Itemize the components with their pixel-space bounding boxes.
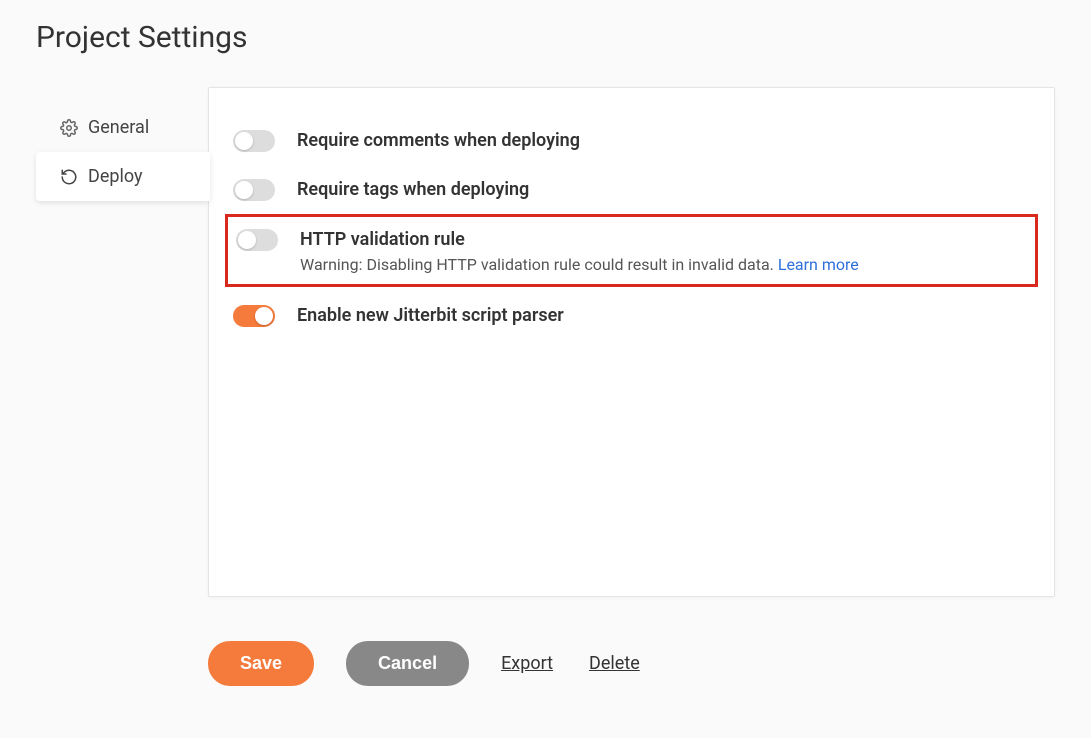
- setting-require-tags: Require tags when deploying: [233, 165, 1030, 214]
- setting-label-require-tags: Require tags when deploying: [297, 177, 1030, 202]
- toggle-require-tags[interactable]: [233, 179, 275, 201]
- toggle-knob: [235, 132, 253, 150]
- toggle-script-parser[interactable]: [233, 305, 275, 327]
- toggle-require-comments[interactable]: [233, 130, 275, 152]
- refresh-icon: [60, 168, 78, 186]
- toggle-http-validation[interactable]: [236, 229, 278, 251]
- tab-general[interactable]: General: [36, 103, 208, 152]
- setting-text: HTTP validation rule Warning: Disabling …: [300, 227, 1027, 273]
- export-link[interactable]: Export: [501, 653, 553, 674]
- learn-more-link[interactable]: Learn more: [778, 255, 859, 274]
- toggle-knob: [255, 307, 273, 325]
- setting-label-script-parser: Enable new Jitterbit script parser: [297, 303, 1030, 328]
- toggle-knob: [238, 231, 256, 249]
- cancel-button[interactable]: Cancel: [346, 641, 469, 686]
- delete-link[interactable]: Delete: [589, 653, 640, 674]
- setting-desc-text: Warning: Disabling HTTP validation rule …: [300, 255, 778, 274]
- tab-deploy[interactable]: Deploy: [36, 152, 210, 201]
- page-title: Project Settings: [36, 20, 1055, 55]
- setting-label-require-comments: Require comments when deploying: [297, 128, 1030, 153]
- setting-http-validation: HTTP validation rule Warning: Disabling …: [236, 223, 1027, 277]
- tab-general-label: General: [88, 117, 149, 138]
- setting-text: Require tags when deploying: [297, 177, 1030, 202]
- toggle-knob: [235, 181, 253, 199]
- setting-text: Require comments when deploying: [297, 128, 1030, 153]
- setting-text: Enable new Jitterbit script parser: [297, 303, 1030, 328]
- main-layout: General Deploy Require comments when dep…: [36, 87, 1055, 597]
- setting-script-parser: Enable new Jitterbit script parser: [233, 291, 1030, 340]
- setting-desc-http-validation: Warning: Disabling HTTP validation rule …: [300, 255, 1027, 274]
- action-bar: Save Cancel Export Delete: [208, 641, 1055, 686]
- sidebar: General Deploy: [36, 87, 208, 201]
- save-button[interactable]: Save: [208, 641, 314, 686]
- gear-icon: [60, 119, 78, 137]
- setting-label-http-validation: HTTP validation rule: [300, 227, 1027, 252]
- tab-deploy-label: Deploy: [88, 166, 143, 187]
- setting-require-comments: Require comments when deploying: [233, 116, 1030, 165]
- content-panel: Require comments when deploying Require …: [208, 87, 1055, 597]
- highlighted-http-validation: HTTP validation rule Warning: Disabling …: [225, 214, 1038, 286]
